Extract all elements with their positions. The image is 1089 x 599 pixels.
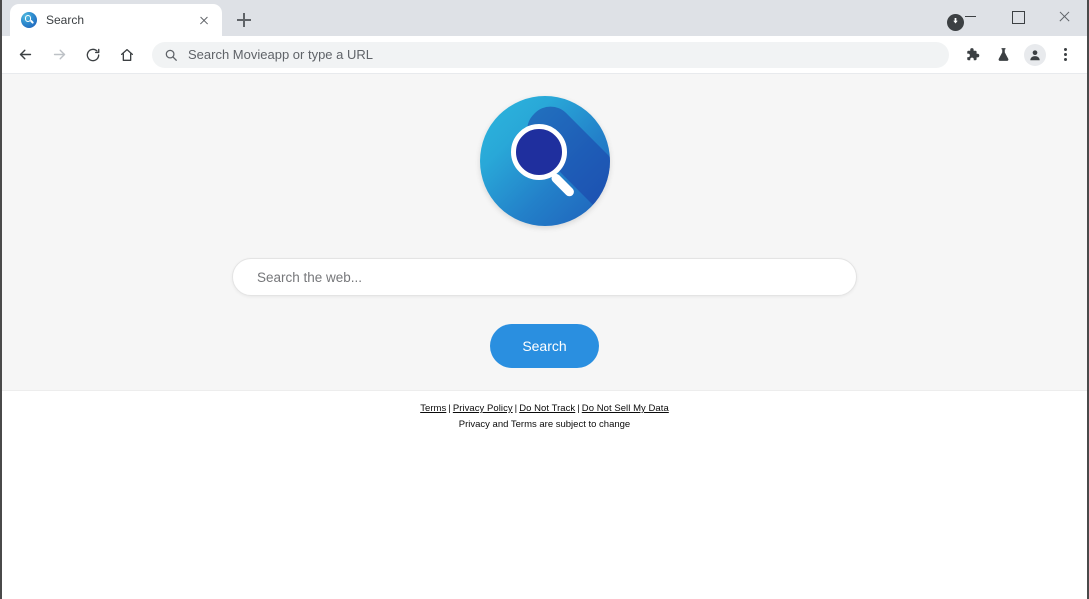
hero-section: Search: [2, 74, 1087, 391]
omnibox[interactable]: Search Movieapp or type a URL: [152, 41, 949, 68]
avatar: [1024, 43, 1046, 66]
reload-icon[interactable]: [79, 41, 107, 69]
three-dot-menu-icon[interactable]: [1051, 41, 1079, 69]
home-icon[interactable]: [113, 41, 141, 69]
footer-link-do-not-sell-my-data[interactable]: Do Not Sell My Data: [582, 403, 669, 414]
tab-search[interactable]: Search: [10, 4, 222, 36]
search-input-wrapper[interactable]: [232, 258, 857, 296]
maximize-icon[interactable]: [995, 0, 1041, 32]
close-icon[interactable]: [194, 10, 214, 30]
beaker-icon[interactable]: [989, 41, 1017, 69]
search-button[interactable]: Search: [490, 324, 599, 368]
close-icon[interactable]: [1041, 0, 1087, 32]
plus-icon[interactable]: [230, 6, 258, 34]
search-icon: [165, 49, 177, 61]
footer-links: Terms | Privacy Policy | Do Not Track | Do Not…: [2, 402, 1087, 415]
footer-link-privacy-policy[interactable]: Privacy Policy: [453, 403, 513, 414]
page-footer: Terms | Privacy Policy | Do Not Track | Do Not…: [2, 391, 1087, 431]
tab-strip: Search: [2, 0, 1087, 36]
forward-arrow-icon[interactable]: [45, 41, 73, 69]
footer-note: Privacy and Terms are subject to change: [458, 419, 631, 430]
logo-lens: [510, 124, 567, 180]
search-input[interactable]: [257, 269, 832, 285]
window-controls: [949, 0, 1087, 32]
profile-avatar-icon[interactable]: [1021, 41, 1049, 69]
page-content: Search Terms|Privacy Policy|Do Not Track…: [2, 74, 1087, 598]
minimize-icon[interactable]: [949, 0, 995, 32]
search-globe-favicon: [21, 12, 37, 28]
footer-link-do-not-track[interactable]: Do Not Track: [519, 403, 575, 414]
puzzle-piece-icon[interactable]: [957, 41, 985, 69]
magnifier-logo-icon: [479, 96, 610, 226]
omnibox-placeholder: Search Movieapp or type a URL: [188, 47, 373, 62]
footer-link-terms[interactable]: Terms: [420, 403, 446, 414]
back-arrow-icon[interactable]: [11, 41, 39, 69]
tab-title: Search: [46, 13, 85, 27]
browser-toolbar: Search Movieapp or type a URL: [2, 36, 1087, 74]
browser-window: Search Search Movieapp or type a URL Sea…: [0, 0, 1089, 599]
